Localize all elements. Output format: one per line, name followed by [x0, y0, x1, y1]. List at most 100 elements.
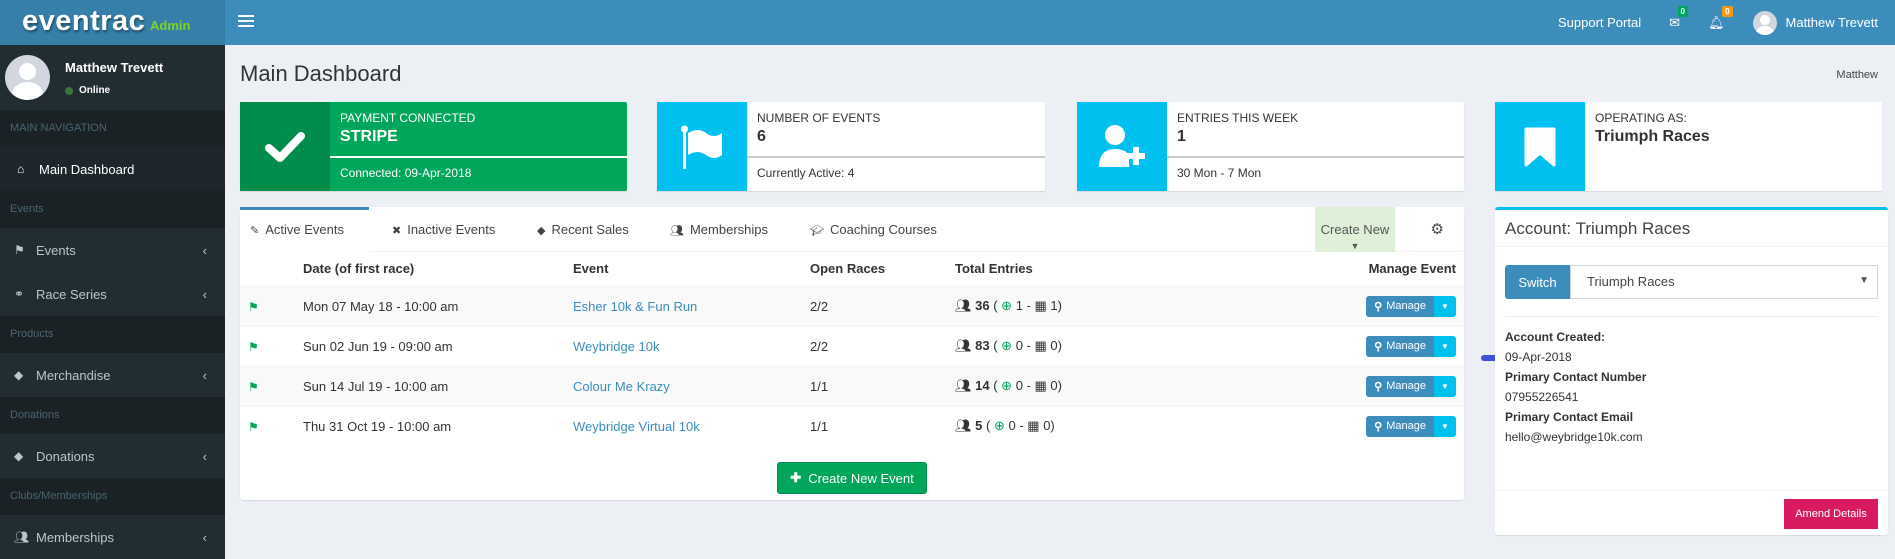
- arrow-circle-up-icon: ⊕: [1001, 378, 1013, 393]
- chevron-left-icon: ‹: [202, 286, 207, 302]
- arrow-circle-up-icon: ⊕: [1001, 298, 1013, 313]
- avatar: [1752, 10, 1777, 35]
- sidebar-header: Donations: [0, 397, 225, 434]
- sidebar-item-main-dashboard[interactable]: ⌂ Main Dashboard: [0, 147, 225, 191]
- top-header: eventrac Admin Support Portal ✉ 0 🔔︎ 0 M…: [0, 0, 1895, 45]
- create-new-event-button[interactable]: ✚ Create New Event: [777, 462, 927, 494]
- info-label: OPERATING AS:: [1595, 111, 1687, 125]
- support-portal-label: Support Portal: [1557, 15, 1642, 30]
- info-label: ENTRIES THIS WEEK: [1177, 111, 1299, 125]
- sidebar: Matthew Trevett Online MAIN NAVIGATION ⌂…: [0, 45, 225, 559]
- arrow-circle-up-icon: ⊕: [993, 418, 1005, 434]
- tab-coaching-courses[interactable]: 🎓︎ Coaching Courses: [800, 207, 947, 252]
- user-menu[interactable]: Matthew Trevett: [1739, 0, 1895, 45]
- search-icon: ⚲: [1374, 420, 1383, 433]
- event-date: Mon 07 May 18 - 10:00 am: [295, 285, 565, 326]
- table-row: ⚑ Sun 14 Jul 19 - 10:00 am Colour Me Krazy…: [240, 365, 1464, 406]
- open-races: 2/2: [802, 285, 947, 326]
- create-new-dropdown[interactable]: Create New ▼: [1315, 207, 1395, 252]
- user-plus-icon: [1077, 102, 1167, 191]
- users-icon: 👥︎: [670, 225, 684, 237]
- info-label: PAYMENT CONNECTED: [340, 111, 476, 125]
- caret-down-icon[interactable]: ▼: [1434, 335, 1456, 357]
- flag-icon: ⚑: [248, 299, 259, 314]
- info-box-payment: PAYMENT CONNECTED STRIPE Connected: 09-Ap…: [240, 102, 627, 191]
- search-icon: ⚲: [1374, 300, 1383, 313]
- sidebar-item-donations[interactable]: ◆ Donations ‹: [0, 434, 225, 478]
- tab-bar: ✎ Active Events ✖ Inactive Events ◆ Recent …: [240, 207, 1464, 252]
- sidebar-header: Products: [0, 316, 225, 353]
- brand-suffix: Admin: [150, 18, 191, 33]
- column-header: Manage Event: [1224, 252, 1464, 287]
- info-desc: Currently Active: 4: [757, 166, 855, 180]
- manage-button[interactable]: ⚲ Manage ▼: [1366, 295, 1456, 317]
- event-date: Sun 14 Jul 19 - 10:00 am: [295, 365, 565, 406]
- check-icon: [240, 102, 330, 191]
- flag-icon: ⚑: [248, 379, 259, 394]
- sidebar-toggle-icon[interactable]: [238, 12, 254, 32]
- tags-icon: ◆: [537, 225, 546, 237]
- flag-icon: ⚑: [248, 339, 259, 354]
- arrow-circle-up-icon: ⊕: [1001, 338, 1013, 353]
- event-date: Thu 31 Oct 19 - 10:00 am: [295, 405, 565, 446]
- account-panel: Account: Triumph Races Switch Triumph Ra…: [1495, 207, 1888, 535]
- caret-down-icon[interactable]: ▼: [1434, 415, 1456, 437]
- users-icon: 👥︎: [955, 418, 972, 434]
- flag-icon: ⚑: [14, 243, 25, 257]
- flag-icon: ⚑: [248, 419, 259, 434]
- account-select[interactable]: Triumph Races ▼: [1570, 265, 1878, 299]
- caret-down-icon[interactable]: ▼: [1434, 295, 1456, 317]
- event-link[interactable]: Weybridge Virtual 10k: [573, 419, 700, 434]
- events-table: Date (of first race) Event Open Races To…: [240, 252, 1464, 446]
- info-value: STRIPE: [340, 128, 398, 145]
- tab-active-events[interactable]: ✎ Active Events: [240, 207, 369, 252]
- tags-icon: ◆: [14, 449, 24, 463]
- info-box-operating-as: OPERATING AS: Triumph Races: [1495, 102, 1882, 191]
- sidebar-item-merchandise[interactable]: ◆ Merchandise ‹: [0, 353, 225, 397]
- event-link[interactable]: Weybridge 10k: [573, 339, 659, 354]
- event-link[interactable]: Esher 10k & Fun Run: [573, 299, 697, 314]
- info-box-entries: ENTRIES THIS WEEK 1 30 Mon - 7 Mon: [1077, 102, 1464, 191]
- detail-label: Primary Contact Number: [1505, 370, 1647, 384]
- manage-button[interactable]: ⚲ Manage ▼: [1366, 335, 1456, 357]
- event-link[interactable]: Colour Me Krazy: [573, 379, 670, 394]
- page-title: Main Dashboard: [240, 61, 402, 86]
- sidebar-header: Clubs/Memberships: [0, 478, 225, 515]
- search-icon: ⚲: [1374, 380, 1383, 393]
- account-details: Account Created: 09-Apr-2018 Primary Cont…: [1505, 327, 1646, 447]
- users-icon: 👥︎: [14, 530, 30, 544]
- detail-value: 09-Apr-2018: [1505, 350, 1572, 364]
- users-icon: 👥︎: [955, 378, 972, 393]
- manage-button[interactable]: ⚲ Manage ▼: [1366, 375, 1456, 397]
- info-label: NUMBER OF EVENTS: [757, 111, 881, 125]
- total-entries: 👥︎ 5 ( ⊕ 0 - ▦ 0): [947, 405, 1225, 446]
- amend-details-button[interactable]: Amend Details: [1784, 499, 1878, 529]
- sidebar-item-race-series[interactable]: ⚭ Race Series ‹: [0, 272, 225, 316]
- support-portal-link[interactable]: Support Portal: [1544, 0, 1655, 45]
- column-header: Open Races: [802, 252, 947, 287]
- logo[interactable]: eventrac Admin: [0, 0, 225, 45]
- messages-badge: 0: [1677, 6, 1688, 17]
- tab-recent-sales[interactable]: ◆ Recent Sales: [527, 207, 639, 252]
- user-status: Online: [65, 85, 110, 96]
- total-entries: 👥︎ 14 ( ⊕ 0 - ▦ 0): [947, 365, 1225, 406]
- sidebar-item-memberships[interactable]: 👥︎ Memberships ‹: [0, 515, 225, 559]
- tab-memberships[interactable]: 👥︎ Memberships: [660, 207, 778, 252]
- column-header: Total Entries: [947, 252, 1225, 287]
- column-header: Date (of first race): [295, 252, 565, 287]
- calendar-icon: ▦: [1027, 418, 1040, 434]
- table-row: ⚑ Sun 02 Jun 19 - 09:00 am Weybridge 10k 2/…: [240, 325, 1464, 366]
- tab-inactive-events[interactable]: ✖ Inactive Events: [382, 207, 505, 252]
- sidebar-item-events[interactable]: ⚑ Events ‹: [0, 228, 225, 272]
- caret-down-icon[interactable]: ▼: [1434, 375, 1456, 397]
- flag-icon: [657, 102, 747, 191]
- manage-button[interactable]: ⚲ Manage ▼: [1366, 415, 1456, 437]
- calendar-icon: ▦: [1034, 338, 1047, 353]
- brand-name: eventrac: [22, 5, 146, 37]
- notifications-button[interactable]: 🔔︎ 0: [1694, 0, 1739, 45]
- messages-button[interactable]: ✉ 0: [1655, 0, 1694, 45]
- breadcrumb[interactable]: Matthew: [1836, 69, 1878, 81]
- user-panel: Matthew Trevett Online: [0, 45, 225, 110]
- gear-icon[interactable]: ⚙: [1431, 220, 1444, 238]
- switch-button[interactable]: Switch: [1505, 265, 1570, 299]
